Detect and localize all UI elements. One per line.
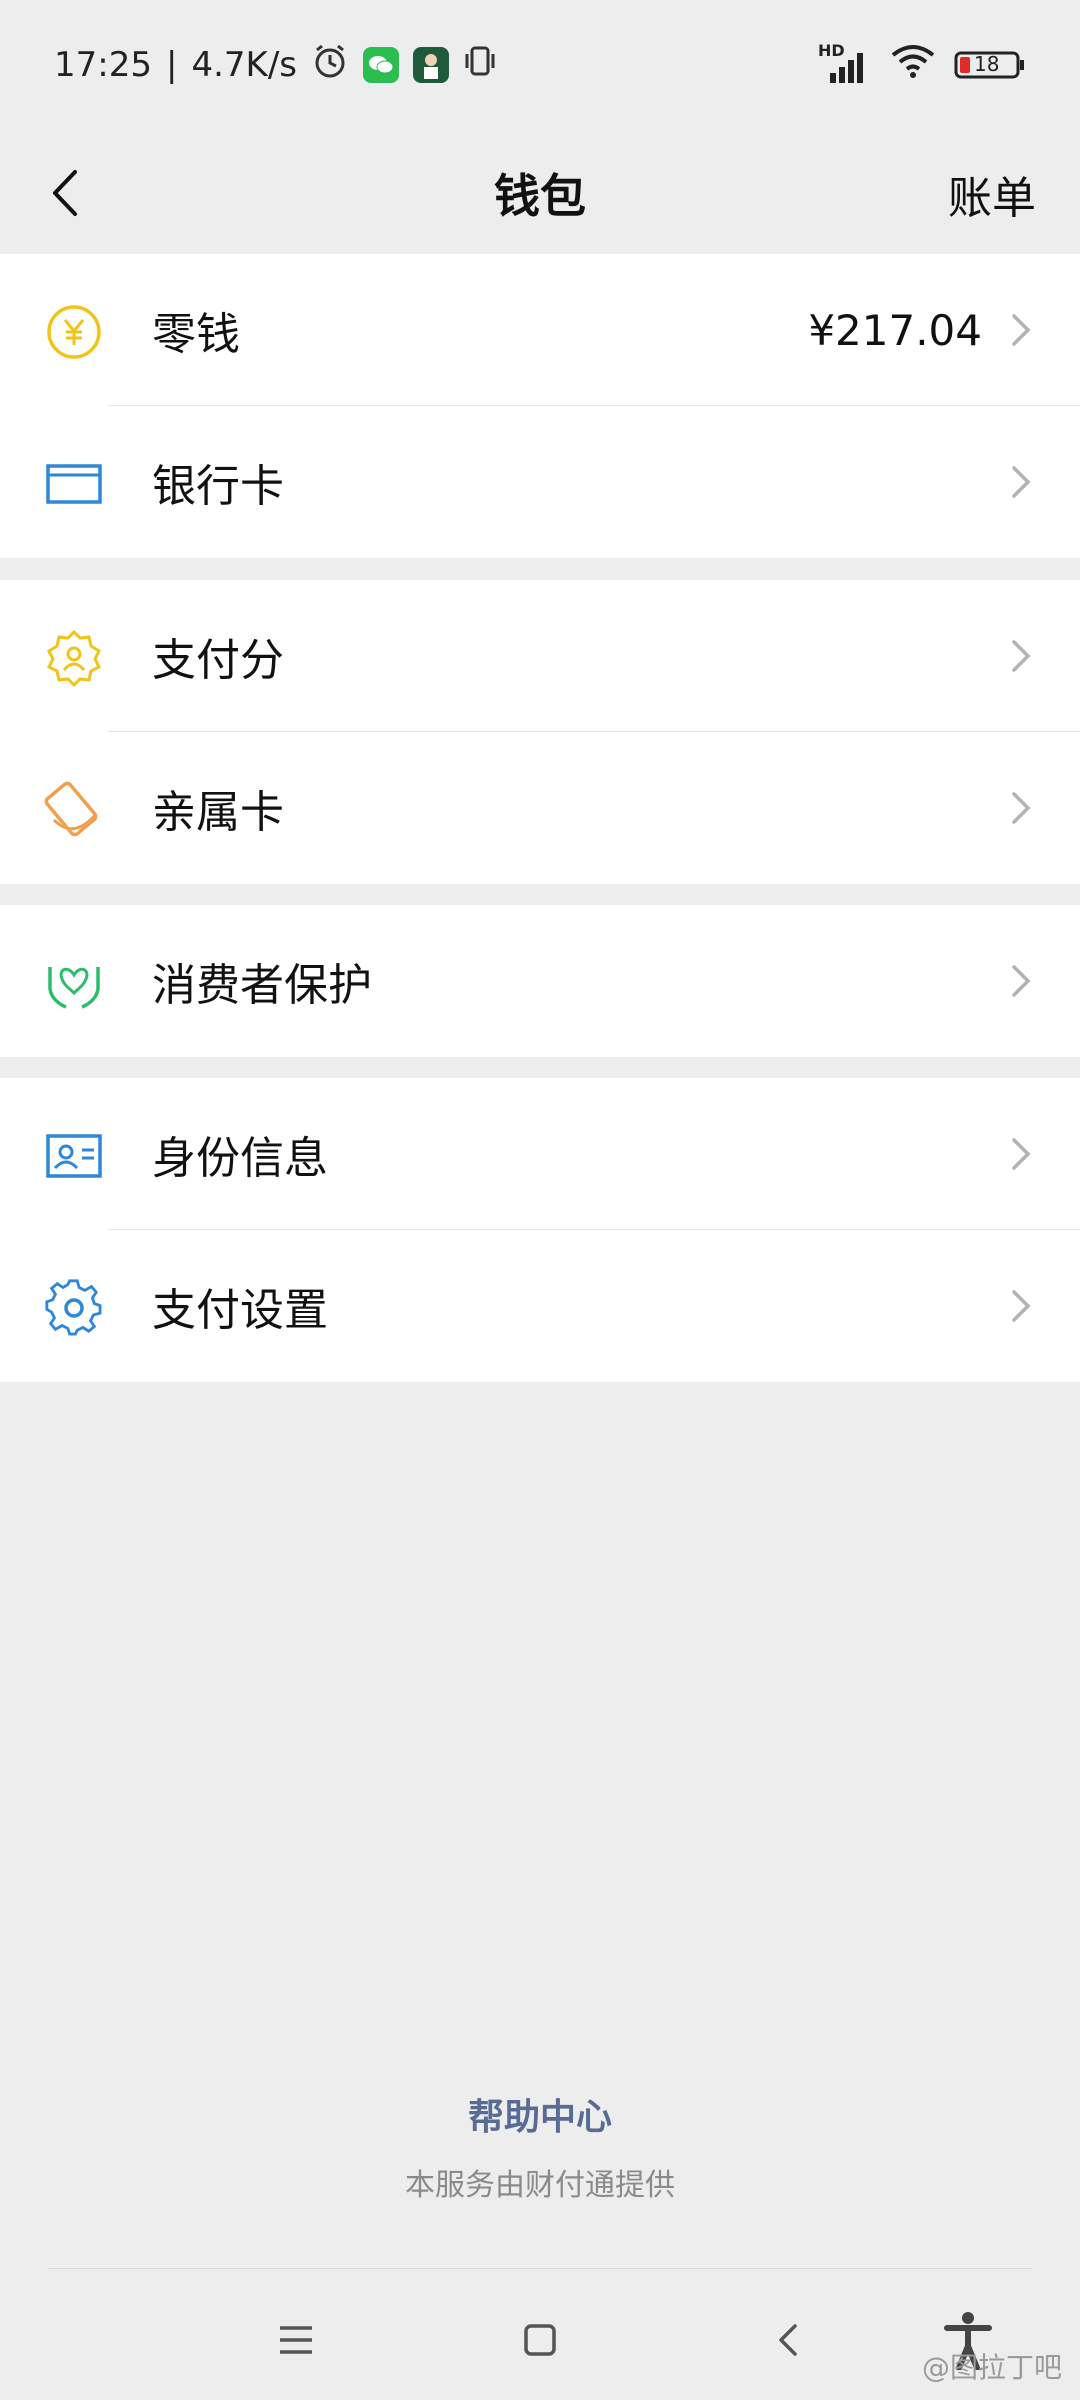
row-label: 亲属卡: [152, 787, 284, 838]
bill-button[interactable]: 账单: [948, 162, 1036, 226]
chevron-right-icon: [1012, 466, 1031, 498]
chevron-right-icon: [1012, 314, 1031, 346]
status-right: HD 18: [818, 41, 1026, 88]
row-pay-settings[interactable]: 支付设置: [0, 1230, 1080, 1382]
change-balance: ¥217.04: [808, 305, 982, 355]
chevron-right-icon: [1012, 1138, 1031, 1170]
system-nav-bar: [0, 2280, 1080, 2400]
battery-icon: 18: [954, 49, 1026, 81]
bank-card-icon: [46, 464, 102, 504]
vibrate-icon: [463, 44, 497, 87]
chevron-right-icon: [1012, 965, 1031, 997]
watermark: @图拉丁吧: [921, 2351, 1062, 2384]
family-card-icon: [44, 781, 98, 837]
chevron-left-icon: [53, 170, 77, 216]
nav-bar: 钱包 账单: [0, 130, 1080, 255]
app-avatar-icon: [413, 47, 449, 83]
row-pay-score[interactable]: 支付分: [0, 580, 1080, 732]
row-change[interactable]: 零钱 ¥217.04: [0, 254, 1080, 406]
triangle-back-icon: [779, 2324, 797, 2356]
row-label: 零钱: [152, 309, 240, 360]
yuan-coin-icon: [47, 305, 101, 359]
row-label: 身份信息: [152, 1133, 328, 1184]
back-button[interactable]: [30, 158, 100, 228]
system-back-button[interactable]: [758, 2310, 818, 2370]
home-square-icon: [524, 2324, 556, 2356]
menu-icon: [280, 2326, 312, 2354]
help-center-link[interactable]: 帮助中心: [0, 2088, 1080, 2140]
status-time: 17:25: [54, 45, 152, 85]
wallet-group-1: 零钱 ¥217.04 银行卡: [0, 254, 1080, 558]
wallet-group-4: 身份信息 支付设置: [0, 1078, 1080, 1382]
row-label: 支付设置: [152, 1285, 328, 1336]
chevron-right-icon: [1012, 1290, 1031, 1322]
wifi-icon: [890, 43, 936, 88]
row-label: 支付分: [152, 635, 284, 686]
alarm-icon: [311, 42, 349, 89]
status-separator: |: [165, 45, 178, 85]
signal-icon: HD: [818, 41, 872, 85]
row-label: 银行卡: [152, 461, 284, 512]
gear-icon: [45, 1279, 102, 1336]
row-family-card[interactable]: 亲属卡: [0, 732, 1080, 884]
row-identity-info[interactable]: 身份信息: [0, 1078, 1080, 1230]
wallet-group-3: 消费者保护: [0, 905, 1080, 1057]
battery-level: 18: [974, 52, 1000, 76]
page-title: 钱包: [494, 168, 586, 223]
wallet-group-2: 支付分 亲属卡: [0, 580, 1080, 884]
status-left: 17:25 | 4.7K/s: [54, 42, 497, 89]
chevron-right-icon: [1012, 640, 1031, 672]
home-button[interactable]: [510, 2310, 570, 2370]
status-bar: 17:25 | 4.7K/s HD 18: [0, 0, 1080, 130]
row-consumer-protection[interactable]: 消费者保护: [0, 905, 1080, 1057]
consumer-protection-icon: [48, 967, 100, 1009]
credit-score-icon: [46, 629, 102, 688]
menu-button[interactable]: [266, 2310, 326, 2370]
id-card-icon: [46, 1134, 102, 1178]
row-bank-card[interactable]: 银行卡: [0, 406, 1080, 558]
status-net-speed: 4.7K/s: [191, 45, 297, 85]
row-label: 消费者保护: [152, 960, 372, 1011]
footer-divider: [48, 2268, 1032, 2269]
provider-note: 本服务由财付通提供: [405, 2168, 675, 2203]
wechat-icon: [363, 47, 399, 83]
chevron-right-icon: [1012, 792, 1031, 824]
